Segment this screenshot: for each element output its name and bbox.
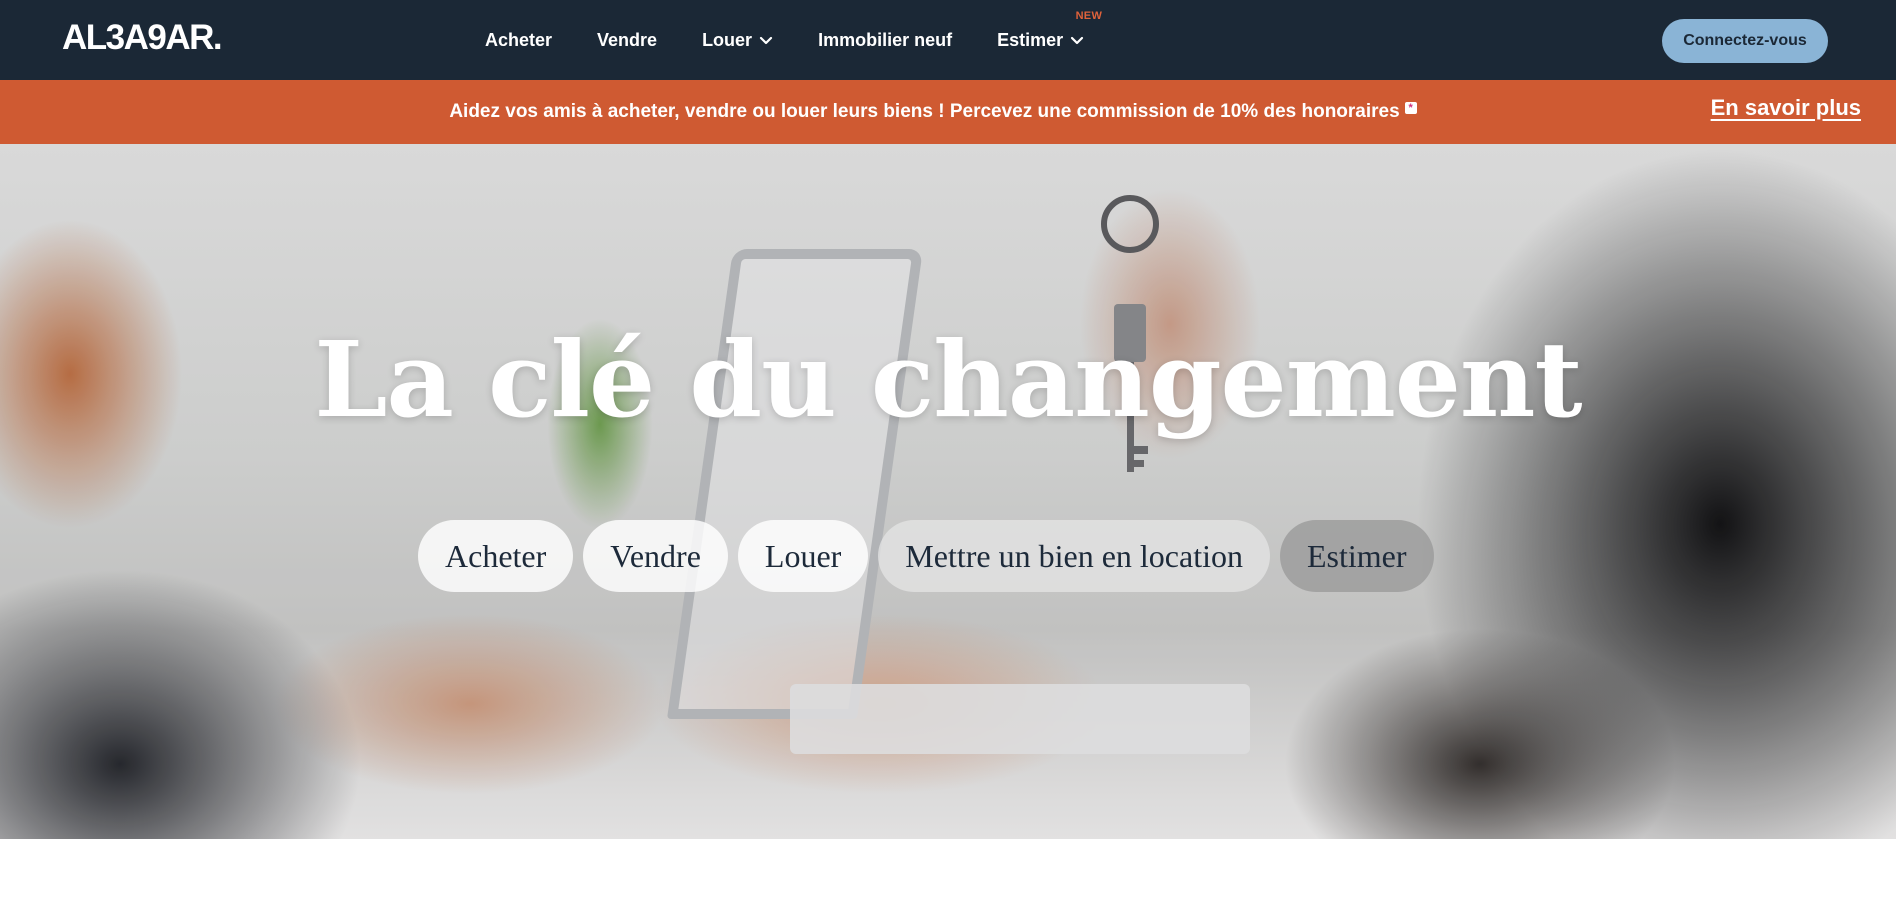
chip-acheter[interactable]: Acheter [418, 520, 574, 592]
nav-item-label: Estimer [997, 29, 1064, 50]
new-badge: NEW [1075, 9, 1103, 22]
nav-item-label: Acheter [485, 29, 553, 50]
nav-item-label: Immobilier neuf [818, 29, 953, 50]
hero-action-chips: Acheter Vendre Louer Mettre un bien en l… [418, 520, 1444, 592]
main-nav: Acheter Vendre Louer Immobilier neuf Est… [485, 0, 1129, 80]
chip-mettre-en-location[interactable]: Mettre un bien en location [878, 520, 1270, 592]
page: AL3A9AR. Acheter Vendre Louer Immobilier… [0, 0, 1900, 922]
chevron-down-icon [759, 36, 773, 45]
chip-vendre[interactable]: Vendre [583, 520, 728, 592]
promo-message: Aidez vos amis à acheter, vendre ou loue… [449, 101, 1417, 123]
site-logo[interactable]: AL3A9AR. [62, 18, 223, 58]
nav-item-acheter[interactable]: Acheter [485, 30, 552, 51]
chevron-down-icon [1071, 36, 1084, 45]
learn-more-link[interactable]: En savoir plus [1711, 95, 1861, 121]
chip-louer[interactable]: Louer [737, 520, 869, 592]
star-icon: * [1404, 102, 1417, 114]
nav-item-estimer[interactable]: Estimer NEW [997, 10, 1102, 51]
nav-item-label: Louer [702, 29, 753, 50]
chip-estimer[interactable]: Estimer [1279, 520, 1434, 592]
nav-item-louer[interactable]: Louer [702, 30, 773, 51]
login-button[interactable]: Connectez-vous [1662, 19, 1828, 63]
top-navbar: AL3A9AR. Acheter Vendre Louer Immobilier… [0, 0, 1896, 80]
nav-item-vendre[interactable]: Vendre [597, 30, 657, 51]
promo-text: Aidez vos amis à acheter, vendre ou loue… [449, 101, 1400, 122]
promo-banner: Aidez vos amis à acheter, vendre ou loue… [0, 80, 1896, 144]
nav-item-immobilier-neuf[interactable]: Immobilier neuf [818, 30, 952, 51]
hero-title: La clé du changement [314, 318, 1582, 441]
hero-section: La clé du changement Acheter Vendre Loue… [0, 144, 1896, 839]
nav-item-label: Vendre [597, 29, 658, 50]
hero-overlay [0, 144, 1896, 839]
